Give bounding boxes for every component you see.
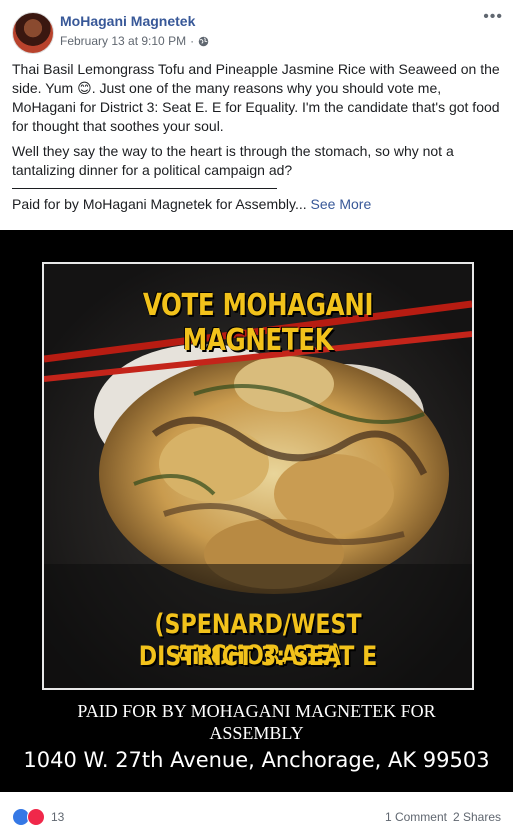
reaction-count[interactable]: 13 [51,810,64,824]
author-name[interactable]: MoHagani Magnetek [60,13,195,29]
post-timestamp[interactable]: February 13 at 9:10 PM [60,34,186,48]
post-header: MoHagani Magnetek February 13 at 9:10 PM… [0,0,513,58]
post-text: Thai Basil Lemongrass Tofu and Pineapple… [12,60,502,214]
see-more-link[interactable]: See More [311,196,372,212]
campaign-poster: VOTE MOHAGANI MAGNETEK (SPENARD/WEST ANC… [42,262,474,690]
post-meta: February 13 at 9:10 PM · [60,34,209,48]
globe-icon[interactable] [198,36,209,47]
shares-count[interactable]: 2 Shares [453,810,501,824]
paid-disclaimer-text: Paid for by MoHagani Magnetek for Assemb… [12,196,307,212]
post-paragraph-2: Well they say the way to the heart is th… [12,143,454,178]
poster-paid-by: PAID FOR BY MOHAGANI MAGNETEK FOR ASSEMB… [77,701,436,743]
post-paragraph-1: Thai Basil Lemongrass Tofu and Pineapple… [12,61,500,134]
poster-district-seat: DISTRICT 3: SEAT E [138,641,378,672]
poster-headline: VOTE MOHAGANI MAGNETEK [142,288,374,358]
comments-count[interactable]: 1 Comment [385,810,447,824]
love-reaction-icon [27,808,45,826]
post-image[interactable]: VOTE MOHAGANI MAGNETEK (SPENARD/WEST ANC… [0,230,513,792]
text-divider [12,188,277,189]
paid-disclaimer: Paid for by MoHagani Magnetek for Assemb… [12,195,502,214]
poster-address: 1040 W. 27th Avenue, Anchorage, AK 99503 [23,748,490,772]
meta-separator: · [190,34,195,48]
author-avatar[interactable] [12,12,54,54]
more-options-icon[interactable]: ••• [483,8,503,26]
engagement-stats: 1 Comment 2 Shares [385,810,501,824]
post-footer: 13 1 Comment 2 Shares [0,800,513,835]
reactions-summary[interactable]: 13 [12,808,64,826]
